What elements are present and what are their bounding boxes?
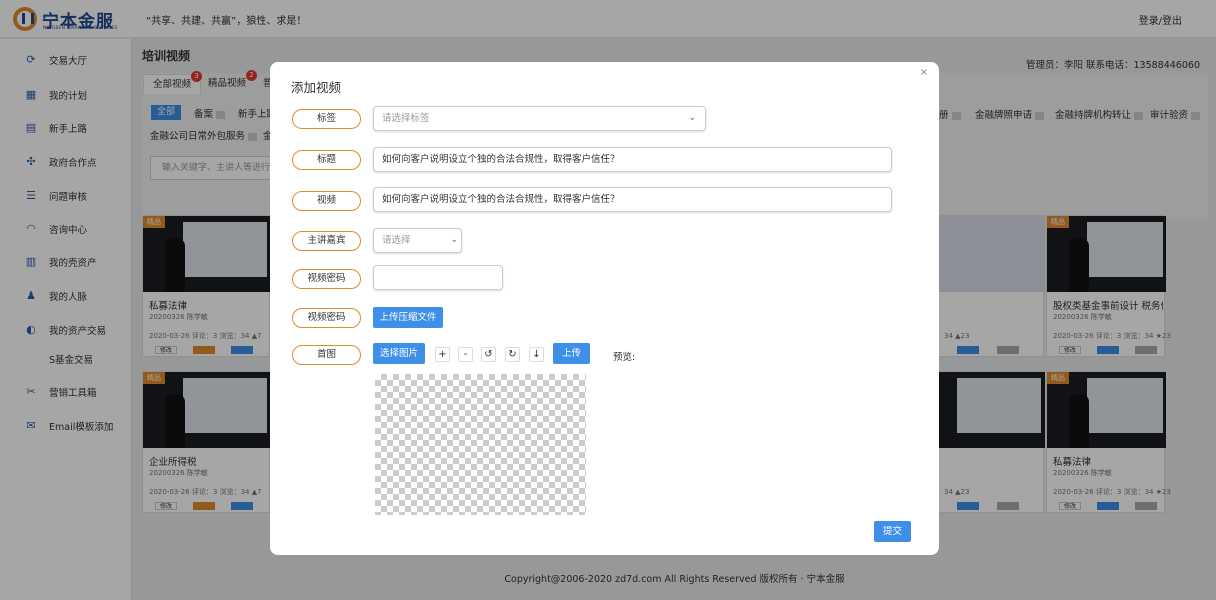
chevron-down-icon: ⌄ bbox=[688, 113, 696, 123]
preview-label: 预览: bbox=[613, 352, 636, 363]
download-button[interactable]: ↓ bbox=[529, 347, 544, 362]
upload-archive-button[interactable]: 上传压缩文件 bbox=[373, 307, 443, 328]
zoom-out-button[interactable]: - bbox=[458, 347, 473, 362]
upload-image-button[interactable]: 上传 bbox=[553, 343, 590, 364]
speaker-select-placeholder: 请选择 bbox=[382, 235, 411, 246]
close-icon[interactable]: × bbox=[920, 67, 928, 78]
tag-select-placeholder: 请选择标签 bbox=[382, 113, 430, 124]
tag-label: 标签 bbox=[292, 109, 361, 129]
title-label: 标题 bbox=[292, 150, 361, 170]
cover-label: 首图 bbox=[292, 345, 361, 365]
chevron-down-icon: ⌄ bbox=[450, 235, 458, 245]
speaker-label: 主讲嘉宾 bbox=[292, 231, 361, 251]
password-label: 视频密码 bbox=[292, 269, 361, 289]
rotate-left-button[interactable]: ↺ bbox=[481, 347, 496, 362]
video-input[interactable]: 如何向客户说明设立个独的合法合规性，取得客户信任？ bbox=[373, 187, 892, 212]
submit-button[interactable]: 提交 bbox=[874, 521, 911, 542]
choose-image-button[interactable]: 选择图片 bbox=[373, 343, 425, 364]
speaker-select[interactable]: 请选择 ⌄ bbox=[373, 228, 462, 253]
title-input[interactable]: 如何向客户说明设立个独的合法合规性，取得客户信任？ bbox=[373, 147, 892, 172]
image-crop-area[interactable] bbox=[375, 374, 586, 515]
zoom-in-button[interactable]: + bbox=[435, 347, 450, 362]
tag-select[interactable]: 请选择标签 ⌄ bbox=[373, 106, 706, 131]
password-input[interactable] bbox=[373, 265, 503, 290]
dialog-title: 添加视频 bbox=[291, 80, 342, 95]
rotate-right-button[interactable]: ↻ bbox=[505, 347, 520, 362]
add-video-dialog: 添加视频 × 标签 请选择标签 ⌄ 标题 如何向客户说明设立个独的合法合规性，取得… bbox=[270, 62, 939, 555]
video-label: 视频 bbox=[292, 191, 361, 211]
archive-label: 视频密码 bbox=[292, 308, 361, 328]
